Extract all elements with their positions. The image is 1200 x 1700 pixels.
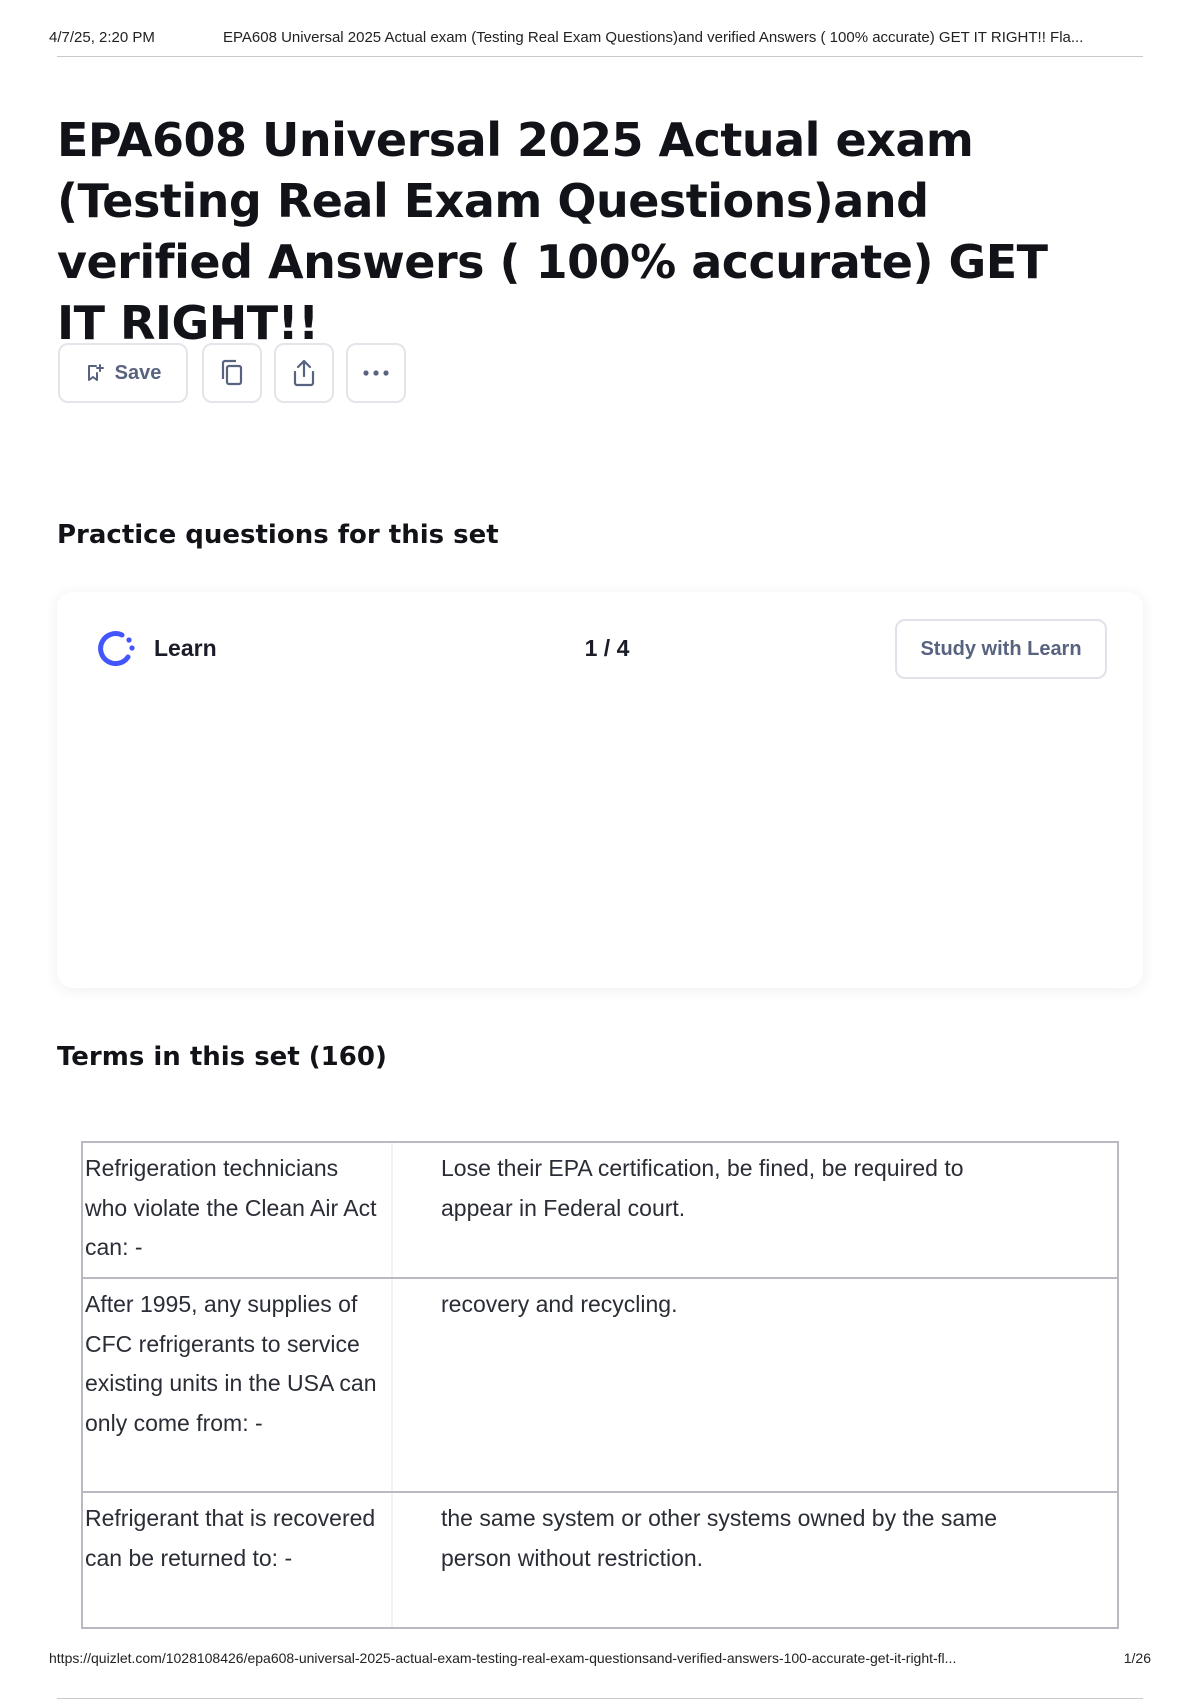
copy-icon <box>218 358 246 388</box>
share-icon <box>290 358 318 388</box>
more-icon <box>362 369 390 377</box>
print-footer: https://quizlet.com/1028108426/epa608-un… <box>49 1650 1151 1672</box>
column-divider <box>391 1279 393 1491</box>
print-date: 4/7/25, 2:20 PM <box>49 29 155 46</box>
term-definition: Lose their EPA certification, be fined, … <box>441 1155 964 1221</box>
print-url: https://quizlet.com/1028108426/epa608-un… <box>49 1650 957 1666</box>
copy-button[interactable] <box>202 343 262 403</box>
page-number: 1/26 <box>1123 1650 1151 1666</box>
learn-card: Learn 1 / 4 Study with Learn <box>57 592 1143 988</box>
learn-progress: 1 / 4 <box>584 635 630 661</box>
bookmark-plus-icon <box>85 363 105 383</box>
term-row: After 1995, any supplies of CFC refriger… <box>81 1277 1119 1493</box>
term-definition: the same system or other systems owned b… <box>441 1505 998 1571</box>
learn-icon <box>95 628 137 670</box>
study-with-learn-button[interactable]: Study with Learn <box>895 619 1107 679</box>
learn-mode-label: Learn <box>154 635 217 661</box>
practice-heading: Practice questions for this set <box>57 520 499 550</box>
footer-divider <box>57 1698 1143 1699</box>
term-row: Refrigeration technicians who violate th… <box>81 1141 1119 1279</box>
term-word: Refrigeration technicians who violate th… <box>85 1155 377 1260</box>
share-button[interactable] <box>274 343 334 403</box>
print-page-title: EPA608 Universal 2025 Actual exam (Testi… <box>223 29 1084 46</box>
save-button[interactable]: Save <box>58 343 188 403</box>
terms-heading: Terms in this set (160) <box>57 1042 387 1072</box>
save-label: Save <box>114 361 162 384</box>
print-header: 4/7/25, 2:20 PM EPA608 Universal 2025 Ac… <box>49 29 1151 53</box>
page-title: EPA608 Universal 2025 Actual exam (Testi… <box>57 113 1048 350</box>
term-definition: recovery and recycling. <box>441 1291 678 1317</box>
column-divider <box>391 1493 393 1627</box>
term-word: Refrigerant that is recovered can be ret… <box>85 1505 376 1571</box>
term-row: Refrigerant that is recovered can be ret… <box>81 1491 1119 1629</box>
term-word: After 1995, any supplies of CFC refriger… <box>85 1291 377 1436</box>
header-divider <box>57 56 1143 57</box>
more-options-button[interactable] <box>346 343 406 403</box>
column-divider <box>391 1143 393 1277</box>
